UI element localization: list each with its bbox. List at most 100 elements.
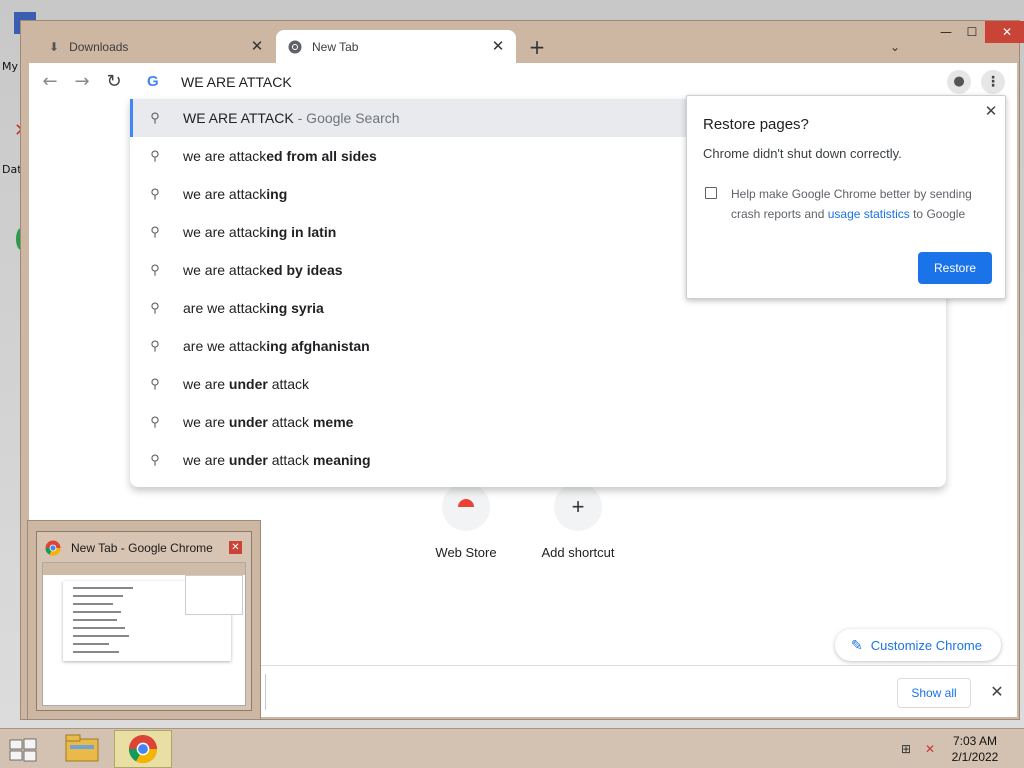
tab-search-chevron-icon[interactable]: ⌄ [885, 37, 905, 57]
kebab-menu-icon[interactable]: ⋮ [981, 70, 1005, 94]
bubble-message: Chrome didn't shut down correctly. [703, 146, 902, 161]
suggestion-text: we are attacked from all sides [183, 148, 377, 164]
omnibox-input[interactable] [181, 72, 781, 92]
chrome-icon [128, 734, 158, 764]
search-icon: ⚲ [150, 452, 160, 467]
download-icon: ⬇ [49, 39, 60, 54]
maximize-button[interactable]: ☐ [959, 21, 985, 43]
back-arrow-icon[interactable]: ← [39, 71, 61, 93]
thumbnail-preview-image [42, 562, 246, 706]
tab-downloads-title: Downloads [69, 39, 129, 54]
tab-downloads[interactable]: ⬇ Downloads ✕ [35, 30, 275, 63]
suggestion-part: attack [267, 452, 313, 468]
restore-pages-bubble: ✕ Restore pages? Chrome didn't shut down… [686, 95, 1006, 299]
suggestion-text: we are under attack meme [183, 414, 353, 430]
suggestion-part: we are attack [183, 186, 267, 202]
shortcut-add[interactable]: + Add shortcut [523, 483, 633, 560]
volume-muted-icon[interactable]: ✕ [922, 741, 938, 757]
customize-chrome-button[interactable]: ✎ Customize Chrome [835, 629, 1001, 661]
suggestion-part: WE ARE ATTACK [183, 110, 294, 126]
omnibox-suggestion[interactable]: ⚲ we are under attack meaning [130, 441, 946, 479]
shelf-close-icon[interactable]: ✕ [987, 682, 1007, 702]
omnibox-suggestion[interactable]: ⚲ we are under attack meme [130, 403, 946, 441]
suggestion-text: we are attacking [183, 186, 287, 202]
minimize-button[interactable]: — [933, 21, 959, 43]
suggestion-part: meme [312, 414, 354, 430]
shelf-divider [265, 674, 266, 710]
suggestion-part: we are [183, 414, 229, 430]
suggestion-part: under [228, 452, 268, 468]
taskbar-chrome-button[interactable] [114, 730, 172, 768]
forward-arrow-icon[interactable]: → [71, 71, 93, 93]
search-icon: ⚲ [150, 262, 160, 277]
search-icon: ⚲ [150, 414, 160, 429]
tab-downloads-close-icon[interactable]: ✕ [249, 38, 265, 55]
suggestion-text: we are attacked by ideas [183, 262, 343, 278]
suggestion-part: under [228, 376, 268, 392]
clock-time[interactable]: 7:03 AM [940, 734, 1010, 748]
chrome-icon [288, 40, 302, 53]
shortcut-web-store[interactable]: Web Store [411, 483, 521, 560]
suggestion-text: we are attacking in latin [183, 224, 336, 240]
suggestion-part: ing [266, 186, 288, 202]
file-explorer-icon[interactable] [60, 731, 104, 767]
suggestion-text: are we attacking afghanistan [183, 338, 370, 354]
show-all-button[interactable]: Show all [897, 678, 971, 708]
search-icon: ⚲ [150, 338, 160, 353]
suggestion-text: we are under attack meaning [183, 452, 371, 468]
google-g-icon: G [147, 73, 159, 90]
close-window-button[interactable]: ✕ [985, 21, 1024, 43]
suggestion-text: are we attacking syria [183, 300, 324, 316]
restore-button[interactable]: Restore [918, 252, 992, 284]
search-icon: ⚲ [150, 110, 160, 125]
crash-report-label: Help make Google Chrome better by sendin… [731, 184, 991, 224]
search-icon: ⚲ [150, 224, 160, 239]
clock-date[interactable]: 2/1/2022 [940, 750, 1010, 764]
taskbar-thumbnail[interactable]: New Tab - Google Chrome ✕ [27, 520, 261, 720]
search-icon: ⚲ [150, 186, 160, 201]
usage-statistics-link[interactable]: usage statistics [828, 207, 910, 221]
suggestion-part: attack [267, 414, 313, 430]
chrome-icon [45, 540, 61, 556]
suggestion-part: we are attack [183, 262, 267, 278]
tab-new-tab-title: New Tab [312, 39, 359, 54]
profile-avatar-icon[interactable]: ● [947, 70, 971, 94]
thumbnail-title: New Tab - Google Chrome [71, 541, 213, 555]
desktop-icon-label-1: My [2, 60, 19, 73]
omnibox-suggestion[interactable]: ⚲ we are under attack [130, 365, 946, 403]
shortcut-label: Web Store [435, 545, 497, 560]
bubble-title: Restore pages? [703, 116, 809, 133]
omnibox-suggestion[interactable]: ⚲ are we attacking afghanistan [130, 327, 946, 365]
search-icon: ⚲ [150, 300, 160, 315]
suggestion-part: are we attack [183, 338, 267, 354]
bubble-close-icon[interactable]: ✕ [983, 104, 999, 120]
reload-icon[interactable]: ↻ [103, 71, 125, 93]
desktop-icon-label-2: Dat [2, 163, 22, 176]
suggestion-part: under [228, 414, 268, 430]
search-icon: ⚲ [150, 148, 160, 163]
web-store-icon [442, 483, 490, 531]
suggestion-part: ed by ideas [266, 262, 343, 278]
taskbar: ⊞ ✕ 7:03 AM 2/1/2022 [0, 728, 1024, 768]
network-icon[interactable]: ⊞ [898, 741, 914, 757]
windows-start-icon[interactable] [8, 737, 38, 763]
suggestion-suffix: - Google Search [293, 110, 400, 126]
plus-icon: + [554, 483, 602, 531]
thumbnail-close-icon[interactable]: ✕ [229, 541, 242, 554]
tab-new-tab-close-icon[interactable]: ✕ [490, 38, 506, 55]
suggestion-part: ing in latin [266, 224, 337, 240]
suggestion-text: WE ARE ATTACK - Google Search [183, 110, 400, 126]
title-bar: ⬇ Downloads ✕ New Tab ✕ + ⌄ — ☐ ✕ [21, 21, 1024, 63]
suggestion-text: we are under attack [183, 376, 309, 392]
search-icon: ⚲ [150, 376, 160, 391]
suggestion-part: we are attack [183, 224, 267, 240]
thumbnail-frame: New Tab - Google Chrome ✕ [36, 531, 252, 711]
crash-report-text-2: to Google [909, 207, 966, 221]
new-tab-plus-icon[interactable]: + [527, 37, 547, 57]
shortcut-label: Add shortcut [541, 545, 615, 560]
customize-chrome-label: Customize Chrome [870, 637, 982, 653]
tab-new-tab[interactable]: New Tab ✕ [276, 30, 516, 63]
suggestion-part: ing syria [266, 300, 324, 316]
crash-report-checkbox[interactable] [705, 187, 717, 199]
pencil-icon: ✎ [851, 636, 863, 653]
